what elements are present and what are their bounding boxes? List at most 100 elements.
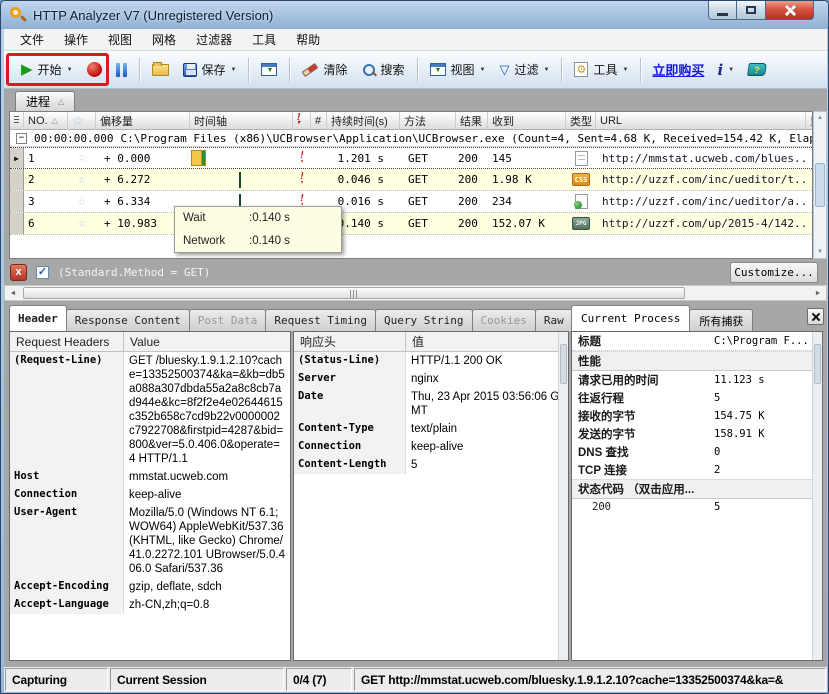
- tab-current-process[interactable]: Current Process: [571, 305, 690, 331]
- pane-scrollbar[interactable]: [812, 332, 822, 660]
- menu-filter[interactable]: 过滤器: [186, 29, 242, 50]
- start-dropdown-icon[interactable]: ▼: [67, 67, 73, 73]
- view-dropdown-icon[interactable]: ▼: [480, 67, 486, 73]
- menu-grid[interactable]: 网格: [142, 29, 186, 50]
- session-row[interactable]: 2 ☆ + 6.272 !▾ 0.046 s GET 200 1.98 K CS…: [10, 169, 812, 191]
- col-request-headers[interactable]: Request Headers: [10, 332, 124, 351]
- column-type[interactable]: 类型: [566, 112, 596, 130]
- group-time: 00:00:00.000: [34, 132, 113, 145]
- panel-close-icon[interactable]: [807, 308, 824, 325]
- maximize-button[interactable]: [737, 1, 765, 20]
- favorite-star-icon[interactable]: ☆: [68, 148, 96, 168]
- header-row[interactable]: User-Agent Mozilla/5.0 (Windows NT 6.1; …: [10, 504, 290, 578]
- menu-view[interactable]: 视图: [98, 29, 142, 50]
- close-button[interactable]: [765, 1, 814, 20]
- pane-scrollbar[interactable]: [558, 332, 568, 660]
- remove-filter-button[interactable]: x: [10, 264, 27, 281]
- menu-tools[interactable]: 工具: [242, 29, 286, 50]
- sort-asc-icon: △: [58, 97, 64, 106]
- menu-help[interactable]: 帮助: [286, 29, 330, 50]
- col-response-headers[interactable]: 响应头: [294, 332, 406, 351]
- info-button[interactable]: i ▼: [710, 56, 741, 84]
- menu-action[interactable]: 操作: [54, 29, 98, 50]
- minimize-button[interactable]: [708, 1, 737, 20]
- header-row[interactable]: Content-Length 5: [294, 456, 568, 474]
- col-value[interactable]: 值: [406, 332, 568, 351]
- column-received[interactable]: 收到: [488, 112, 566, 130]
- scroll-left-icon[interactable]: ◄: [5, 286, 21, 300]
- menu-file[interactable]: 文件: [10, 29, 54, 50]
- help-book-button[interactable]: ?: [741, 58, 773, 81]
- column-duration[interactable]: 持续时间(s): [327, 112, 400, 130]
- header-row[interactable]: Accept-Language zh-CN,zh;q=0.8: [10, 596, 290, 614]
- column-result[interactable]: 结果: [456, 112, 488, 130]
- scroll-right-icon[interactable]: ►: [810, 286, 826, 300]
- header-row[interactable]: Connection keep-alive: [10, 486, 290, 504]
- tab-request-timing[interactable]: Request Timing: [265, 309, 376, 331]
- collapse-icon[interactable]: −: [16, 133, 27, 144]
- export-window-button[interactable]: [254, 58, 284, 81]
- grid-vertical-scrollbar[interactable]: ▲ ▼: [813, 111, 827, 259]
- header-corner[interactable]: [10, 112, 24, 130]
- tab-header[interactable]: Header: [9, 305, 67, 331]
- favorite-star-icon[interactable]: ☆: [68, 213, 96, 234]
- start-button[interactable]: ▶ 开始 ▼: [14, 56, 80, 83]
- stop-button[interactable]: [80, 57, 109, 82]
- column-no[interactable]: NO.△: [24, 112, 68, 130]
- customize-button[interactable]: Customize...: [730, 262, 818, 283]
- grid-horizontal-scrollbar[interactable]: ◄ ►: [4, 285, 827, 301]
- tools-dropdown-icon[interactable]: ▼: [622, 67, 628, 73]
- session-row[interactable]: 6 ☆ + 10.983 !▾ 0.140 s GET 200 152.07 K…: [10, 213, 812, 235]
- buy-now-link[interactable]: 立即购买: [652, 60, 704, 79]
- header-row[interactable]: Host mmstat.ucweb.com: [10, 468, 290, 486]
- header-row[interactable]: (Status-Line) HTTP/1.1 200 OK: [294, 352, 568, 370]
- status-code-row[interactable]: 200 5: [572, 499, 822, 515]
- scrollbar-thumb[interactable]: [23, 287, 685, 299]
- header-row[interactable]: (Request-Line) GET /bluesky.1.9.1.2.10?c…: [10, 352, 290, 468]
- header-row[interactable]: Connection keep-alive: [294, 438, 568, 456]
- stat-section: 状态代码 （双击应用...: [572, 479, 822, 499]
- header-row[interactable]: Accept-Encoding gzip, deflate, sdch: [10, 578, 290, 596]
- save-button[interactable]: 保存 ▼: [176, 56, 244, 83]
- clear-button[interactable]: 清除: [295, 56, 354, 83]
- search-icon: [362, 63, 376, 77]
- column-url[interactable]: URL: [596, 112, 806, 130]
- col-value[interactable]: Value: [124, 332, 290, 351]
- favorite-star-icon[interactable]: ☆: [68, 169, 96, 190]
- tab-query-string[interactable]: Query String: [375, 309, 472, 331]
- filter-dropdown-icon[interactable]: ▼: [544, 67, 550, 73]
- response-headers-pane: 响应头 值 (Status-Line) HTTP/1.1 200 OK Serv…: [293, 331, 569, 661]
- column-alert[interactable]: !▾: [293, 112, 311, 130]
- stat-row: TCP 连接 2: [572, 461, 822, 479]
- column-redirect[interactable]: 重定: [806, 112, 813, 130]
- scroll-up-icon[interactable]: ▲: [817, 112, 823, 124]
- column-favorite[interactable]: ☆: [68, 112, 96, 130]
- session-row[interactable]: ▶ 1 ☆ + 0.000 !▾ 1.201 s GET 200 145 htt…: [10, 147, 812, 169]
- open-button[interactable]: [145, 59, 176, 81]
- filter-button[interactable]: ▽ 过滤 ▼: [492, 56, 556, 83]
- header-row[interactable]: Date Thu, 23 Apr 2015 03:56:06 GMT: [294, 388, 568, 420]
- tab-all-captures[interactable]: 所有捕获: [689, 309, 753, 331]
- cell-method: GET: [400, 213, 456, 234]
- header-row[interactable]: Content-Type text/plain: [294, 420, 568, 438]
- column-count[interactable]: #: [311, 112, 327, 130]
- scrollbar-thumb[interactable]: [815, 163, 825, 207]
- column-method[interactable]: 方法: [400, 112, 456, 130]
- process-group-tab[interactable]: 进程 △: [15, 91, 75, 111]
- scroll-down-icon[interactable]: ▼: [817, 246, 823, 258]
- app-logo-icon[interactable]: [9, 6, 27, 24]
- column-timeline[interactable]: 时间轴: [190, 112, 293, 130]
- filter-enabled-checkbox[interactable]: ✓: [36, 266, 49, 279]
- header-row[interactable]: Server nginx: [294, 370, 568, 388]
- save-dropdown-icon[interactable]: ▼: [231, 67, 237, 73]
- pause-button[interactable]: [109, 58, 134, 82]
- info-dropdown-icon[interactable]: ▼: [728, 67, 734, 73]
- column-offset[interactable]: 偏移量: [96, 112, 190, 130]
- search-button[interactable]: 搜索: [355, 56, 412, 83]
- tab-response-content[interactable]: Response Content: [66, 309, 190, 331]
- process-group-row[interactable]: − 00:00:00.000 C:\Program Files (x86)\UC…: [10, 130, 812, 147]
- tools-button[interactable]: ⚙ 工具 ▼: [567, 56, 635, 83]
- session-row[interactable]: 3 ☆ + 6.334 !▾ 0.016 s GET 200 234 http:…: [10, 191, 812, 213]
- view-button[interactable]: 视图 ▼: [423, 56, 493, 83]
- favorite-star-icon[interactable]: ☆: [68, 191, 96, 212]
